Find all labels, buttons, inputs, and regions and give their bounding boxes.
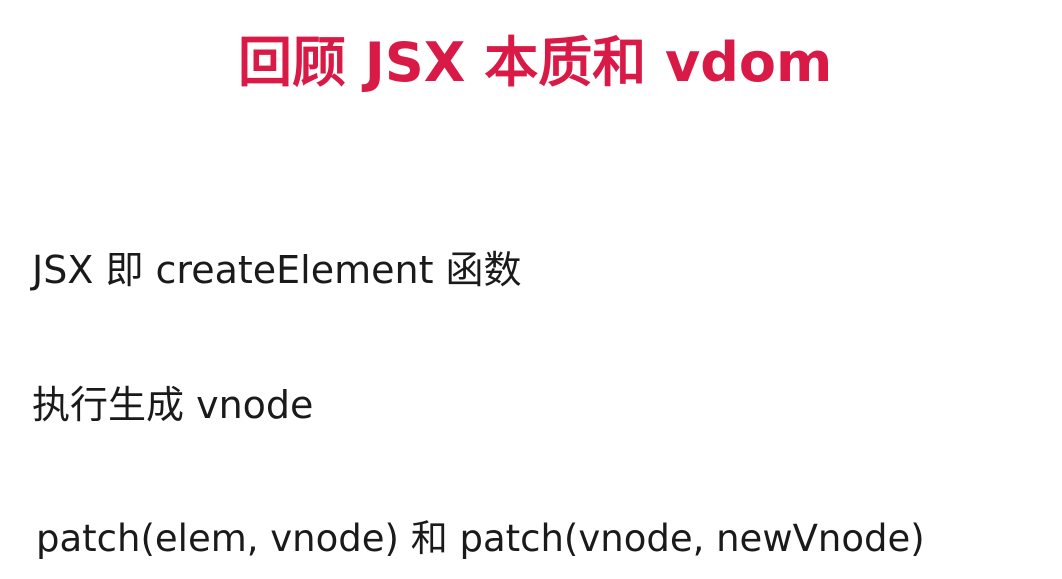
bullet-generate-vnode: 执行生成 vnode: [32, 383, 314, 427]
slide-title: 回顾 JSX 本质和 vdom: [238, 31, 833, 94]
bullet-jsx-createelement: JSX 即 createElement 函数: [32, 248, 522, 292]
bullet-patch: patch(elem, vnode) 和 patch(vnode, newVno…: [36, 517, 925, 560]
slide: 回顾 JSX 本质和 vdom JSX 即 createElement 函数 执…: [0, 0, 1062, 579]
